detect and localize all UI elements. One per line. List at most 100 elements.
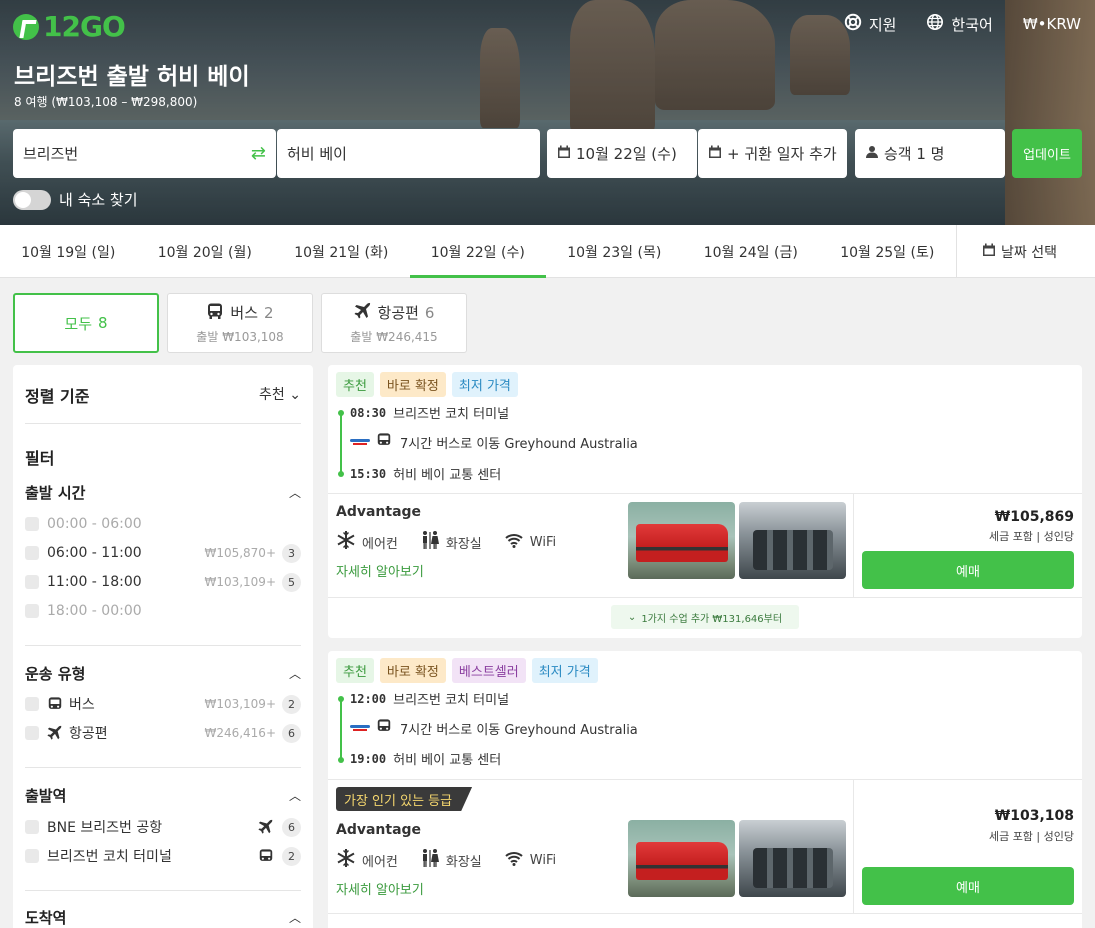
- filter-option[interactable]: 버스 ₩103,109+ 2: [25, 693, 301, 715]
- tag: 최저 가격: [531, 658, 598, 683]
- chevron-up-icon[interactable]: ︿: [289, 484, 301, 501]
- greyhound-logo: [350, 437, 370, 447]
- toggle-switch[interactable]: [13, 189, 51, 210]
- currency-selector[interactable]: ₩•KRW: [1023, 13, 1081, 35]
- restroom-icon: [420, 848, 440, 872]
- mode-bus[interactable]: 버스 2 출발 ₩103,108: [167, 293, 313, 353]
- from-field[interactable]: 브리즈번 ⇄: [13, 129, 276, 178]
- checkbox[interactable]: [25, 726, 39, 740]
- departure-row: 08:30 브리즈번 코치 터미널: [350, 405, 510, 423]
- tag-list: 추천 바로 확정 베스트셀러 최저 가격: [336, 658, 598, 683]
- trip-summary: 8 여행 (₩103,108 – ₩298,800): [14, 95, 198, 109]
- date-tab[interactable]: 10월 19일 (일): [0, 225, 137, 278]
- logo[interactable]: 12GO: [13, 10, 126, 43]
- bus-icon: [376, 718, 400, 738]
- filter-option[interactable]: 항공편 ₩246,416+ 6: [25, 722, 301, 744]
- checkbox[interactable]: [25, 517, 39, 531]
- calendar-icon: [708, 145, 727, 163]
- bus-icon: [376, 432, 400, 452]
- amenities: 에어컨 화장실 WiFi: [336, 848, 556, 872]
- greyhound-logo: [350, 723, 370, 733]
- date-tab[interactable]: 10월 24일 (금): [683, 225, 820, 278]
- extra-classes-button[interactable]: ⌄ 1가지 수업 추가 ₩131,646부터: [611, 605, 799, 629]
- checkbox[interactable]: [25, 575, 39, 589]
- page-title: 브리즈번 출발 허비 베이: [14, 64, 250, 90]
- checkbox[interactable]: [25, 546, 39, 560]
- date-field[interactable]: 10월 22일 (수): [547, 129, 697, 178]
- date-tab[interactable]: 10월 25일 (토): [819, 225, 956, 278]
- bus-exterior-photo[interactable]: [628, 820, 735, 897]
- bus-icon: [47, 696, 63, 712]
- filter-sidebar: 정렬 기준 추천 ⌄ 필터 출발 시간 ︿ 00:00 - 06:00 06:0…: [13, 365, 313, 928]
- swap-icon[interactable]: ⇄: [251, 143, 266, 164]
- filter-option[interactable]: 00:00 - 06:00: [25, 513, 301, 535]
- bus-interior-photo[interactable]: [739, 820, 846, 897]
- filters-heading: 필터: [25, 449, 55, 468]
- checkbox[interactable]: [25, 820, 39, 834]
- book-button[interactable]: 예매: [862, 867, 1074, 905]
- arrival-row: 15:30 허비 베이 교통 센터: [350, 466, 502, 484]
- learn-more-link[interactable]: 자세히 알아보기: [336, 879, 424, 898]
- tag-list: 추천 바로 확정 최저 가격: [336, 372, 518, 397]
- bus-exterior-photo[interactable]: [628, 502, 735, 579]
- mode-flight[interactable]: 항공편 6 출발 ₩246,415: [321, 293, 467, 353]
- bus-icon: [206, 302, 224, 324]
- tag: 베스트셀러: [451, 658, 526, 683]
- filter-option[interactable]: 브리즈번 코치 터미널 2: [25, 845, 301, 867]
- filter-option[interactable]: 18:00 - 00:00: [25, 600, 301, 622]
- checkbox[interactable]: [25, 604, 39, 618]
- language-selector[interactable]: 한국어: [926, 13, 993, 35]
- duration-row: 7시간 버스로 이동 Greyhound Australia: [350, 718, 638, 738]
- price: ₩105,869: [994, 509, 1074, 525]
- globe-icon: [926, 13, 944, 35]
- date-tab[interactable]: 10월 23일 (목): [546, 225, 683, 278]
- filter-option[interactable]: 06:00 - 11:00 ₩105,870+ 3: [25, 542, 301, 564]
- bus-icon: [258, 848, 274, 864]
- support-link[interactable]: 지원: [844, 13, 896, 35]
- passenger-field[interactable]: 승객 1 명: [855, 129, 1005, 178]
- chevron-up-icon[interactable]: ︿: [289, 909, 301, 926]
- class-name: Advantage: [336, 504, 422, 520]
- logo-icon: [13, 13, 39, 40]
- checkbox[interactable]: [25, 697, 39, 711]
- sort-label: 정렬 기준: [25, 387, 90, 406]
- class-name: Advantage: [336, 822, 422, 838]
- calendar-icon: [982, 243, 996, 261]
- date-tab-selected[interactable]: 10월 22일 (수): [409, 225, 547, 278]
- snowflake-icon: [336, 530, 356, 554]
- price-note: 세금 포함 | 성인당: [988, 830, 1074, 843]
- date-tab[interactable]: 10월 21일 (화): [273, 225, 410, 278]
- date-picker-button[interactable]: 날짜 선택: [955, 225, 1083, 278]
- departure-time-heading: 출발 시간: [25, 484, 86, 502]
- price-note: 세금 포함 | 성인당: [988, 530, 1074, 543]
- book-button[interactable]: 예매: [862, 551, 1074, 589]
- tag: 추천: [336, 658, 374, 683]
- price: ₩103,108: [994, 808, 1074, 824]
- chevron-up-icon[interactable]: ︿: [289, 787, 301, 804]
- learn-more-link[interactable]: 자세히 알아보기: [336, 561, 424, 580]
- return-date-field[interactable]: + 귀환 일자 추가: [698, 129, 847, 178]
- tag: 추천: [336, 372, 374, 397]
- chevron-down-icon: ⌄: [289, 387, 301, 403]
- departure-station-heading: 출발역: [25, 787, 67, 805]
- chevron-up-icon[interactable]: ︿: [289, 665, 301, 682]
- filter-option[interactable]: BNE 브리즈번 공항 6: [25, 816, 301, 838]
- plane-icon: [354, 302, 372, 324]
- restroom-icon: [420, 530, 440, 554]
- snowflake-icon: [336, 848, 356, 872]
- plane-icon: [258, 819, 274, 835]
- transport-type-heading: 운송 유형: [25, 665, 86, 683]
- bus-interior-photo[interactable]: [739, 502, 846, 579]
- to-field[interactable]: 허비 베이: [277, 129, 540, 178]
- update-button[interactable]: 업데이트: [1012, 129, 1082, 178]
- date-tab[interactable]: 10월 20일 (월): [137, 225, 274, 278]
- find-lodging-toggle[interactable]: 내 숙소 찾기: [13, 189, 138, 210]
- filter-option[interactable]: 11:00 - 18:00 ₩103,109+ 5: [25, 571, 301, 593]
- checkbox[interactable]: [25, 849, 39, 863]
- duration-row: 7시간 버스로 이동 Greyhound Australia: [350, 432, 638, 452]
- departure-row: 12:00 브리즈번 코치 터미널: [350, 691, 510, 709]
- sort-dropdown[interactable]: 추천 ⌄: [259, 384, 301, 404]
- wifi-icon: [504, 530, 524, 554]
- mode-all[interactable]: 모두 8: [13, 293, 159, 353]
- calendar-icon: [557, 145, 576, 163]
